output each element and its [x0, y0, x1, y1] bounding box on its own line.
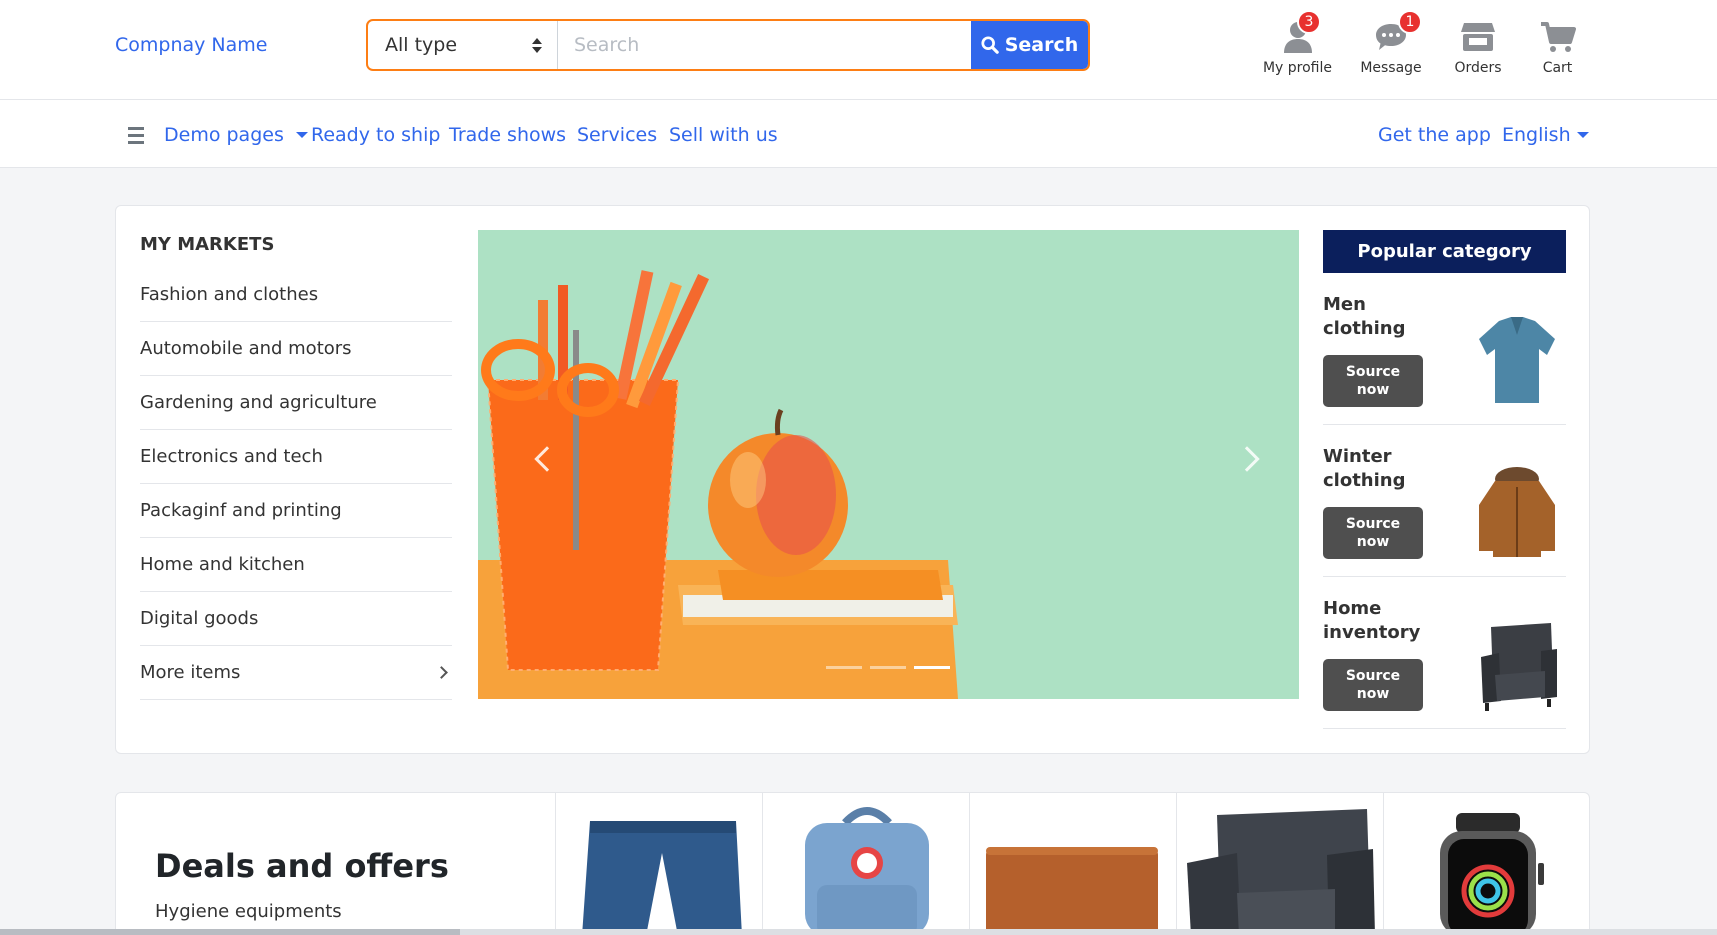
profile-badge: 3: [1297, 10, 1321, 34]
polo-shirt-image: [1479, 317, 1555, 403]
nav-get-the-app[interactable]: Get the app: [1378, 124, 1491, 146]
market-item[interactable]: Automobile and motors: [140, 322, 452, 376]
popular-category: Popular category Men clothing Source now…: [1323, 230, 1566, 729]
popular-item-name: Men clothing: [1323, 294, 1406, 339]
chevron-right-icon: [435, 666, 448, 679]
popular-item: Men clothing Source now: [1323, 273, 1566, 425]
nav-language-label: English: [1502, 124, 1571, 146]
cart-label: Cart: [1542, 60, 1573, 76]
nav-sell-with-us[interactable]: Sell with us: [669, 124, 778, 146]
nav-trade-shows[interactable]: Trade shows: [449, 124, 566, 146]
armchair-image: [1481, 623, 1557, 711]
jeans-image: [582, 821, 742, 935]
more-items-label: More items: [140, 662, 241, 683]
carousel-indicator-active[interactable]: [914, 666, 950, 669]
type-select-value: All type: [385, 34, 458, 56]
deal-product[interactable]: [1383, 793, 1590, 935]
my-profile-label: My profile: [1262, 60, 1333, 76]
hero-section: MY MARKETS Fashion and clothes Automobil…: [115, 205, 1590, 754]
brand-logo-text[interactable]: Compnay Name: [115, 34, 267, 56]
market-item[interactable]: Packaginf and printing: [140, 484, 452, 538]
market-item[interactable]: Fashion and clothes: [140, 268, 452, 322]
nav-services[interactable]: Services: [577, 124, 657, 146]
popular-item: Winter clothing Source now: [1323, 425, 1566, 577]
nav-language[interactable]: English: [1502, 124, 1589, 146]
store-icon: [1458, 18, 1498, 56]
cart-icon: [1538, 18, 1578, 56]
market-item[interactable]: Electronics and tech: [140, 430, 452, 484]
markets-list: Fashion and clothes Automobile and motor…: [140, 268, 452, 700]
message-badge: 1: [1398, 10, 1422, 34]
nav-demo-pages-label: Demo pages: [164, 124, 284, 146]
markets-heading: MY MARKETS: [140, 234, 275, 255]
market-item[interactable]: Gardening and agriculture: [140, 376, 452, 430]
main-nav: Demo pages Ready to ship Trade shows Ser…: [0, 100, 1717, 168]
laptop-sleeve-image: [986, 847, 1158, 935]
search-icon: [981, 36, 999, 54]
search-button[interactable]: Search: [971, 21, 1088, 69]
search-input[interactable]: [558, 21, 971, 69]
cart-link[interactable]: Cart: [1500, 18, 1615, 76]
market-item[interactable]: Digital goods: [140, 592, 452, 646]
select-arrows-icon: [532, 37, 542, 53]
message-label: Message: [1360, 60, 1422, 76]
banner-carousel[interactable]: [478, 230, 1299, 699]
carousel-indicator[interactable]: [826, 666, 862, 669]
carousel-indicator[interactable]: [870, 666, 906, 669]
source-now-button[interactable]: Source now: [1323, 659, 1423, 711]
market-item-more[interactable]: More items: [140, 646, 452, 700]
deal-product[interactable]: [762, 793, 969, 935]
search-bar: All type Search: [366, 19, 1090, 71]
carousel-indicators: [826, 666, 950, 669]
chevron-down-icon: [295, 132, 308, 138]
horizontal-scrollbar[interactable]: [0, 929, 1717, 935]
source-now-button[interactable]: Source now: [1323, 355, 1423, 407]
chevron-down-icon: [1576, 132, 1589, 138]
popular-category-heading: Popular category: [1323, 230, 1566, 273]
popular-item: Home inventory Source now: [1323, 577, 1566, 729]
deals-section: Deals and offers Hygiene equipments: [115, 792, 1590, 935]
deals-subtitle: Hygiene equipments: [155, 901, 342, 922]
market-item[interactable]: Home and kitchen: [140, 538, 452, 592]
banner-image: [478, 230, 1299, 699]
top-header: Compnay Name All type Search 3 My profil…: [0, 0, 1717, 100]
orders-label: Orders: [1454, 60, 1502, 76]
deal-product[interactable]: [1176, 793, 1383, 935]
scrollbar-thumb[interactable]: [0, 929, 460, 935]
source-now-button[interactable]: Source now: [1323, 507, 1423, 559]
popular-item-name: Home inventory: [1323, 598, 1421, 643]
backpack-image: [805, 807, 929, 935]
deal-product[interactable]: [555, 793, 762, 935]
winter-jacket-image: [1479, 467, 1555, 557]
menu-icon: [128, 126, 144, 144]
nav-demo-pages[interactable]: Demo pages: [128, 124, 308, 146]
deals-title: Deals and offers: [155, 847, 449, 885]
deal-product[interactable]: [969, 793, 1176, 935]
popular-item-name: Winter clothing: [1323, 446, 1406, 491]
armchair-image: [1187, 809, 1375, 935]
nav-ready-to-ship[interactable]: Ready to ship: [311, 124, 440, 146]
type-select[interactable]: All type: [368, 21, 558, 69]
search-button-label: Search: [1004, 34, 1079, 56]
smartwatch-image: [1440, 813, 1544, 935]
header-actions: 3 My profile 1 Message Orders Cart: [1245, 10, 1591, 76]
